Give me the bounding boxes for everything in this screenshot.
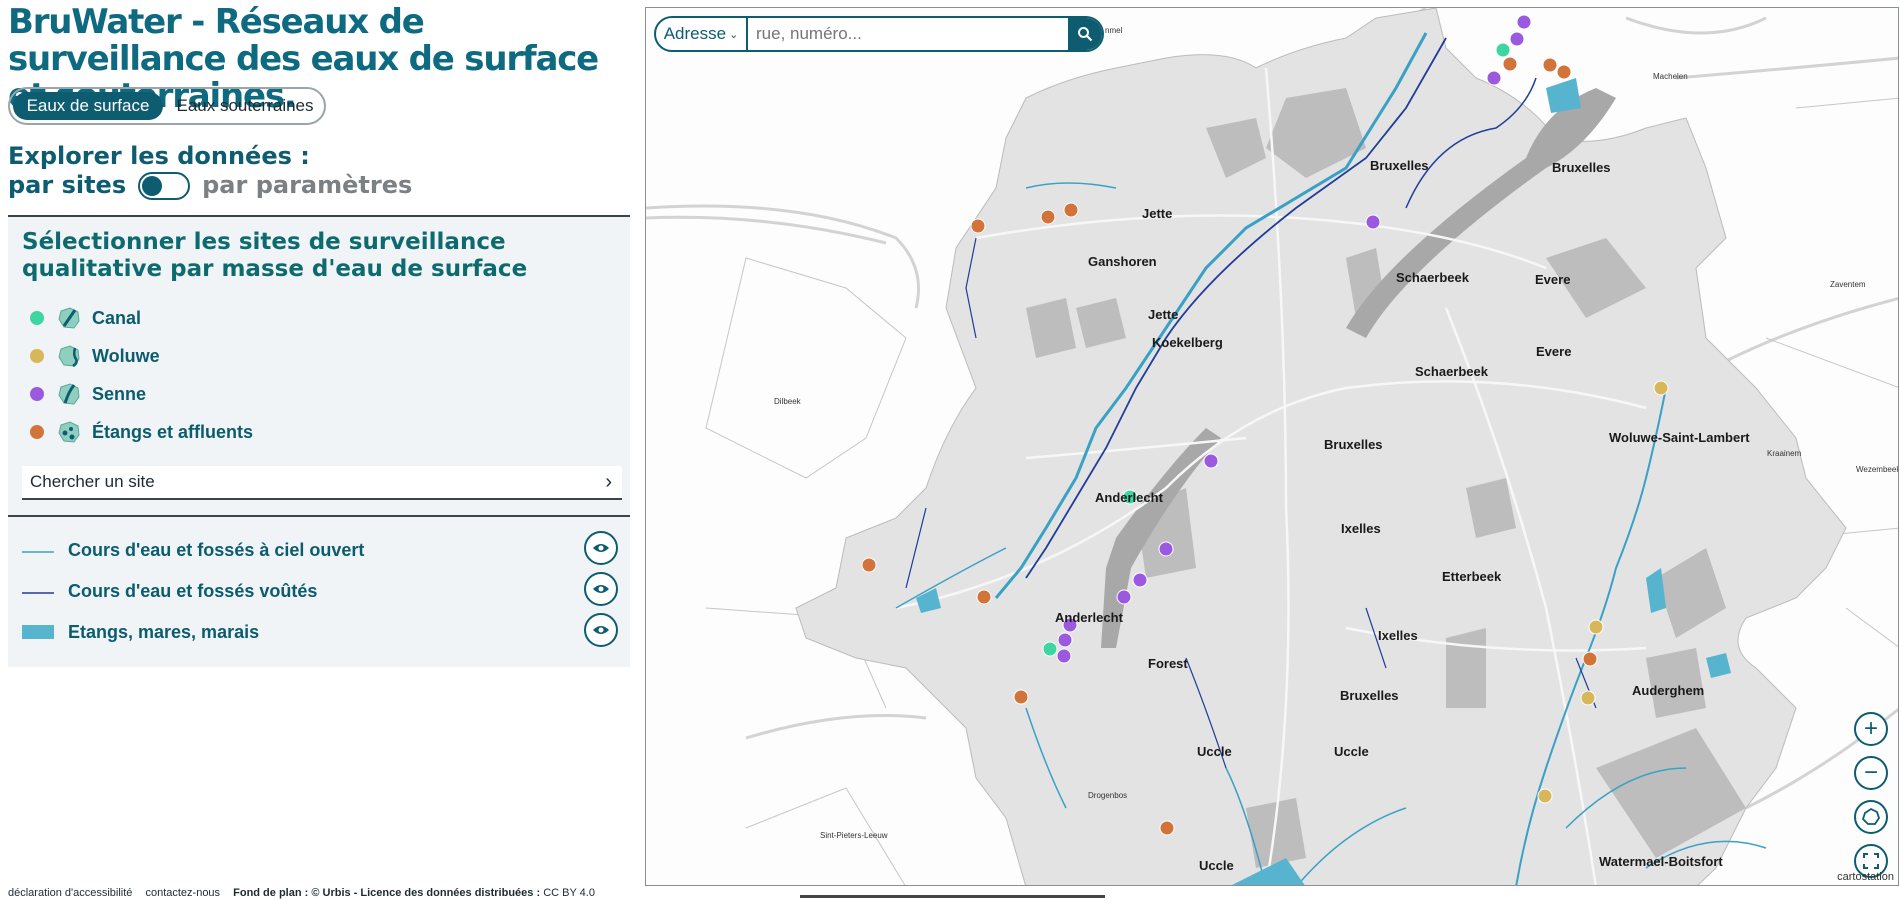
canal-dot-icon	[30, 311, 44, 325]
zoom-in-button[interactable]: +	[1854, 712, 1888, 746]
place-label: Anderlecht	[1095, 490, 1164, 505]
layer-label: Etangs, mares, marais	[68, 621, 260, 642]
place-label: Forest	[1148, 656, 1188, 671]
place-label: Bruxelles	[1552, 160, 1611, 175]
small-place-label: Machelen	[1653, 72, 1688, 81]
light-blue-line-icon	[22, 551, 54, 553]
address-search-bar: Adresse ⌄	[654, 16, 1104, 52]
tab-eaux-de-surface[interactable]: Eaux de surface	[13, 92, 163, 120]
layer-cours-voutes: Cours d'eau et fossés voûtés	[22, 572, 618, 610]
small-place-label: Wezembeek	[1856, 465, 1899, 474]
eye-icon[interactable]	[584, 572, 618, 606]
place-label: Schaerbeek	[1396, 270, 1470, 285]
site-group-label: Senne	[92, 383, 147, 404]
layer-label: Cours d'eau et fossés voûtés	[68, 580, 318, 601]
sidebar: BruWater - Réseaux de surveillance des e…	[0, 0, 640, 900]
woluwe-dot-icon	[30, 349, 44, 363]
woluwe-map-icon	[58, 345, 80, 368]
etangs-dot-icon	[30, 425, 44, 439]
selection-heading: Sélectionner les sites de surveillance q…	[22, 229, 528, 282]
explore-option-sites[interactable]: par sites	[8, 171, 126, 200]
place-label: Bruxelles	[1324, 437, 1383, 452]
small-place-label: Drogenbos	[1088, 791, 1127, 800]
small-place-label: nmel	[1105, 26, 1123, 35]
place-label: Jette	[1142, 206, 1172, 221]
toggle-knob	[142, 175, 163, 196]
place-label: Uccle	[1199, 858, 1234, 873]
eye-icon[interactable]	[584, 531, 618, 565]
place-label: Bruxelles	[1370, 158, 1429, 173]
place-label: Ixelles	[1341, 521, 1381, 536]
place-label: Anderlecht	[1055, 610, 1124, 625]
fullscreen-icon	[1863, 853, 1879, 869]
place-label: Jette	[1148, 307, 1178, 322]
small-place-label: Kraainem	[1767, 449, 1802, 458]
map-canvas[interactable]: Bruxelles Bruxelles Jette Ganshoren Jett…	[646, 8, 1899, 886]
address-type-value: Adresse	[663, 24, 727, 43]
small-place-label: Sint-Pieters-Leeuw	[820, 831, 888, 840]
eye-icon[interactable]	[584, 613, 618, 647]
explore-option-parametres[interactable]: par paramètres	[202, 171, 412, 200]
plus-icon: +	[1863, 715, 1878, 742]
site-group-label: Étangs et affluents	[92, 421, 254, 442]
senne-map-icon	[58, 383, 80, 405]
site-group-canal[interactable]: Canal	[30, 306, 141, 330]
layer-etangs: Etangs, mares, marais	[22, 613, 618, 651]
basemap-credit: Fond de plan : © Urbis - Licence des don…	[233, 887, 541, 899]
site-search-input[interactable]: Chercher un site ›	[22, 466, 622, 500]
region-outline-icon	[1861, 807, 1880, 825]
place-label: Koekelberg	[1152, 335, 1223, 350]
water-type-tabs: Eaux de surface Eaux souterraines	[8, 87, 326, 125]
place-label: Ganshoren	[1088, 254, 1157, 269]
site-group-senne[interactable]: Senne	[30, 382, 146, 406]
explore-heading: Explorer les données :	[8, 142, 310, 170]
minus-icon: −	[1863, 759, 1878, 786]
etangs-map-icon	[58, 421, 80, 443]
place-label: Ixelles	[1378, 628, 1418, 643]
place-label: Evere	[1535, 272, 1570, 287]
site-group-label: Canal	[92, 307, 142, 328]
small-place-label: Zaventem	[1830, 280, 1866, 289]
place-label: Etterbeek	[1442, 569, 1502, 584]
dark-blue-line-icon	[22, 592, 54, 594]
explore-section: Explorer les données : par sites par par…	[8, 142, 412, 200]
senne-dot-icon	[30, 387, 44, 401]
place-label: Evere	[1536, 344, 1571, 359]
place-label: Auderghem	[1632, 683, 1704, 698]
site-search-placeholder: Chercher un site	[30, 472, 155, 491]
search-button[interactable]	[1068, 18, 1102, 50]
map-view[interactable]: Bruxelles Bruxelles Jette Ganshoren Jett…	[645, 7, 1899, 886]
selection-panel: Sélectionner les sites de surveillance q…	[8, 215, 630, 667]
footer: déclaration d'accessibilité contactez-no…	[8, 887, 605, 899]
explore-mode-toggle[interactable]	[138, 171, 191, 200]
layer-label: Cours d'eau et fossés à ciel ouvert	[68, 539, 365, 560]
search-icon	[1078, 27, 1093, 42]
place-label: Bruxelles	[1340, 688, 1399, 703]
small-place-label: Dilbeek	[774, 397, 802, 406]
zoom-out-button[interactable]: −	[1854, 756, 1888, 790]
place-label: Woluwe-Saint-Lambert	[1609, 430, 1750, 445]
chevron-down-icon: ⌄	[729, 28, 739, 41]
address-type-select[interactable]: Adresse ⌄	[656, 18, 748, 50]
tab-eaux-souterraines[interactable]: Eaux souterraines	[170, 92, 320, 120]
blue-fill-icon	[22, 625, 54, 639]
place-label: Watermael-Boitsfort	[1599, 854, 1723, 869]
accessibility-link[interactable]: déclaration d'accessibilité	[8, 887, 132, 899]
place-label: Uccle	[1334, 744, 1369, 759]
address-search-input[interactable]	[748, 18, 1068, 50]
divider	[8, 515, 630, 517]
contact-link[interactable]: contactez-nous	[145, 887, 220, 899]
chevron-right-icon[interactable]: ›	[605, 466, 612, 498]
place-label: Schaerbeek	[1415, 364, 1489, 379]
region-extent-button[interactable]	[1854, 800, 1888, 834]
layer-cours-ciel-ouvert: Cours d'eau et fossés à ciel ouvert	[22, 531, 618, 569]
canal-map-icon	[58, 307, 80, 329]
license-link[interactable]: CC BY 4.0	[543, 887, 595, 899]
scroll-indicator	[800, 895, 1105, 898]
place-label: Uccle	[1197, 744, 1232, 759]
attribution: cartostation	[1837, 871, 1894, 883]
site-group-woluwe[interactable]: Woluwe	[30, 344, 160, 368]
site-group-etangs[interactable]: Étangs et affluents	[30, 420, 253, 444]
site-group-label: Woluwe	[92, 345, 160, 366]
